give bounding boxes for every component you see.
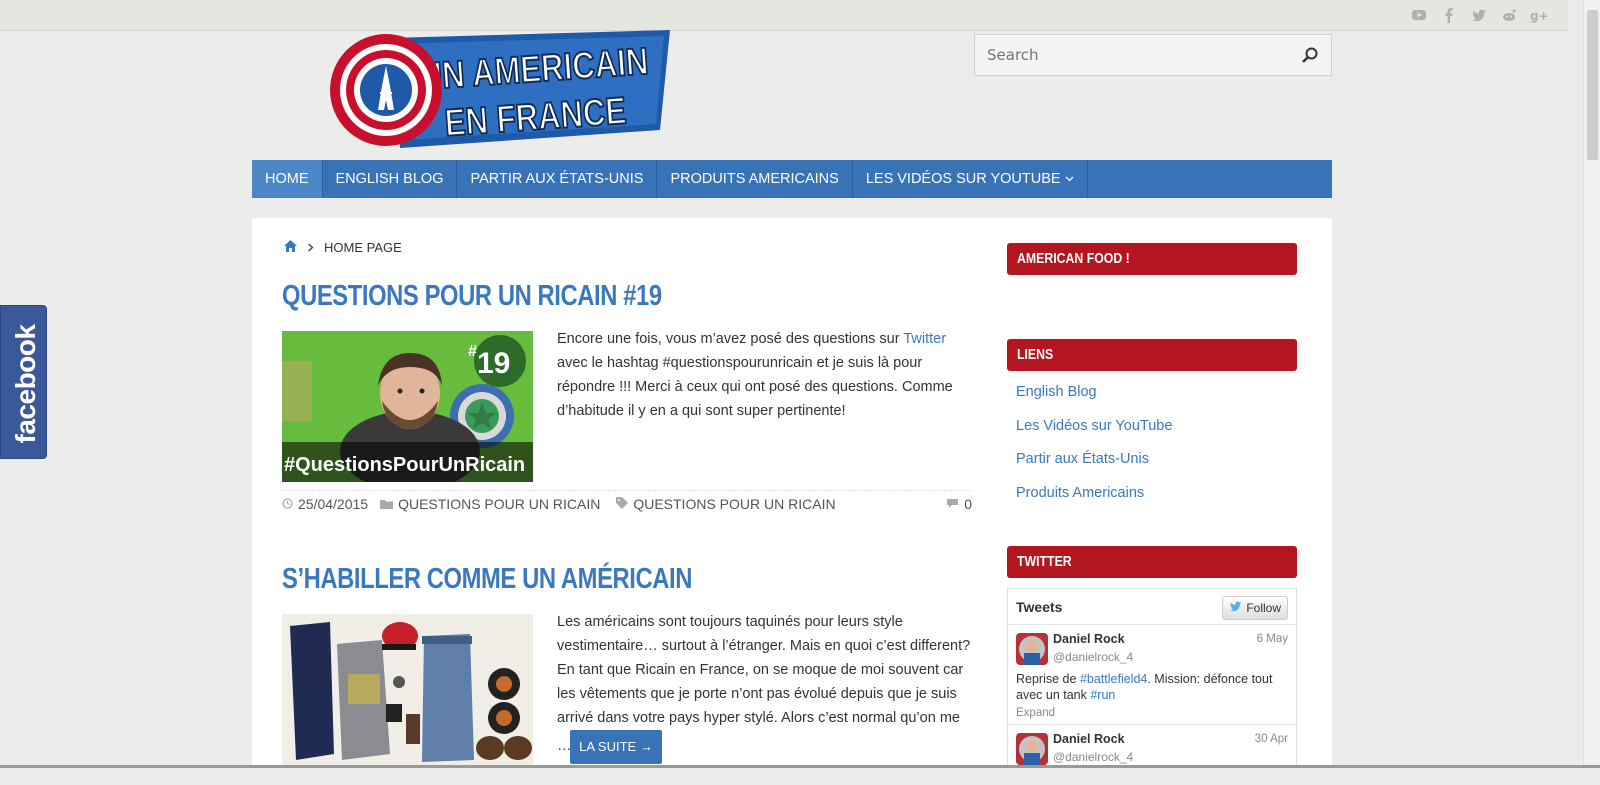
folder-icon [380,496,394,512]
search-input[interactable] [975,35,1299,75]
widget-title-text: LIENS [1017,346,1054,363]
sidebar-link-partir-etats-unis[interactable]: Partir aux États-Unis [1016,451,1149,467]
scrollbar[interactable] [1583,0,1600,768]
post-excerpt-text-a: Encore une fois, vous m’avez posé des qu… [557,331,904,347]
widget-title-text: AMERICAN FOOD ! [1017,250,1130,267]
search-icon[interactable] [1301,46,1319,68]
nav-item-label: LES VIDÉOS SUR YOUTUBE [865,171,1061,187]
post-comments-count[interactable]: 0 [964,496,972,512]
post-category-text[interactable]: QUESTIONS POUR UN RICAIN [398,496,600,512]
post-category[interactable]: QUESTIONS POUR UN RICAIN [380,496,600,512]
post-title[interactable]: S’HABILLER COMME UN AMÉRICAIN [282,563,692,596]
follow-button[interactable]: Follow [1222,596,1288,620]
tweet-author-handle[interactable]: @danielrock_4 [1053,750,1133,764]
post-excerpt: Les américains sont toujours taquinés po… [557,614,971,726]
tweet[interactable]: Daniel Rock @danielrock_4 6 May Reprise … [1008,624,1296,725]
twitter-link[interactable]: Twitter [903,331,946,347]
follow-button-label: Follow [1246,601,1281,615]
svg-text:g+: g+ [1530,9,1548,23]
tag-icon [616,496,629,512]
hashtag-link[interactable]: #battlefield4 [1080,672,1147,686]
sidebar-link-english-blog[interactable]: English Blog [1016,384,1097,400]
sidebar-link-produits-americains[interactable]: Produits Americains [1016,485,1144,501]
home-icon[interactable] [284,240,297,255]
reddit-icon[interactable] [1500,6,1518,24]
post-date: 25/04/2015 [282,496,368,512]
read-more-button[interactable]: LA SUITE → [570,730,662,764]
twitter-timeline: Tweets Follow Daniel Rock @danielrock_4 … [1007,588,1297,768]
search-box [974,34,1332,76]
tweet-text: Reprise de #battlefield4. Mission: défon… [1016,671,1286,703]
breadcrumb-current: HOME PAGE [324,240,402,255]
post-thumbnail[interactable] [282,614,533,765]
avatar[interactable] [1016,633,1048,665]
post-tag-text[interactable]: QUESTIONS POUR UN RICAIN [633,496,835,512]
sidebar-link-videos-youtube[interactable]: Les Vidéos sur YouTube [1016,418,1172,434]
top-bar: g+ [0,0,1568,31]
widget-title-text: TWITTER [1017,553,1072,570]
tweet-date[interactable]: 30 Apr [1255,733,1288,745]
twitter-timeline-header: Tweets [1016,599,1063,615]
google-plus-icon[interactable]: g+ [1530,6,1548,24]
thumb-caption: #QuestionsPourUnRicain [284,454,525,476]
widget-title-twitter: TWITTER [1007,546,1297,578]
nav-item-produits-americains[interactable]: PRODUITS AMERICAINS [657,160,853,198]
tweet-author-handle[interactable]: @danielrock_4 [1053,650,1133,664]
widget-title-liens: LIENS [1007,339,1297,371]
nav-item-partir-aux-etats-unis[interactable]: PARTIR AUX ÉTATS-UNIS [457,160,658,198]
post-excerpt: Encore une fois, vous m’avez posé des qu… [557,327,977,423]
thumb-badge-hash: # [468,343,477,360]
tweet-date[interactable]: 6 May [1257,633,1288,645]
tweet-author-name[interactable]: Daniel Rock [1053,732,1125,746]
chevron-right-icon [307,240,314,255]
nav-item-english-blog[interactable]: ENGLISH BLOG [323,160,458,198]
post-meta: 25/04/2015 QUESTIONS POUR UN RICAIN QUES… [282,496,972,512]
breadcrumb: HOME PAGE [284,240,402,255]
avatar[interactable] [1016,733,1048,765]
main-nav: HOME ENGLISH BLOG PARTIR AUX ÉTATS-UNIS … [252,160,1332,198]
nav-item-home[interactable]: HOME [252,160,323,198]
scrollbar-thumb[interactable] [1587,10,1598,160]
post-thumbnail[interactable]: # 19 #QuestionsPourUnRicain [282,331,533,482]
tweet-author-name[interactable]: Daniel Rock [1053,632,1125,646]
thumb-badge-number: 19 [477,347,510,380]
chevron-down-icon [1065,160,1074,198]
twitter-bird-icon [1229,601,1242,615]
tweet-text-a: Reprise de [1016,672,1080,686]
widget-title-american-food: AMERICAN FOOD ! [1007,243,1297,275]
tweet-expand-link[interactable]: Expand [1016,707,1055,719]
youtube-icon[interactable] [1410,6,1428,24]
facebook-icon[interactable] [1440,6,1458,24]
post-tag[interactable]: QUESTIONS POUR UN RICAIN [616,496,836,512]
site-logo[interactable]: UN AMERICAIN EN FRANCE [330,30,680,150]
social-icons: g+ [1410,6,1548,24]
post-title[interactable]: QUESTIONS POUR UN RICAIN #19 [282,280,662,313]
post-divider [282,490,972,491]
tweet[interactable]: Daniel Rock @danielrock_4 30 Apr [1008,724,1296,785]
comment-icon [946,496,959,512]
post-date-text: 25/04/2015 [298,496,369,512]
post-excerpt-text-b: avec le hashtag #questionspourunricain e… [557,355,953,419]
twitter-icon[interactable] [1470,6,1488,24]
post-comments[interactable]: 0 [946,496,972,512]
clock-icon [282,496,293,512]
facebook-tab-label: facebook [10,324,41,444]
nav-item-les-videos-sur-youtube[interactable]: LES VIDÉOS SUR YOUTUBE [853,160,1088,198]
hashtag-link[interactable]: #run [1090,688,1115,702]
facebook-tab[interactable]: facebook [0,305,47,459]
